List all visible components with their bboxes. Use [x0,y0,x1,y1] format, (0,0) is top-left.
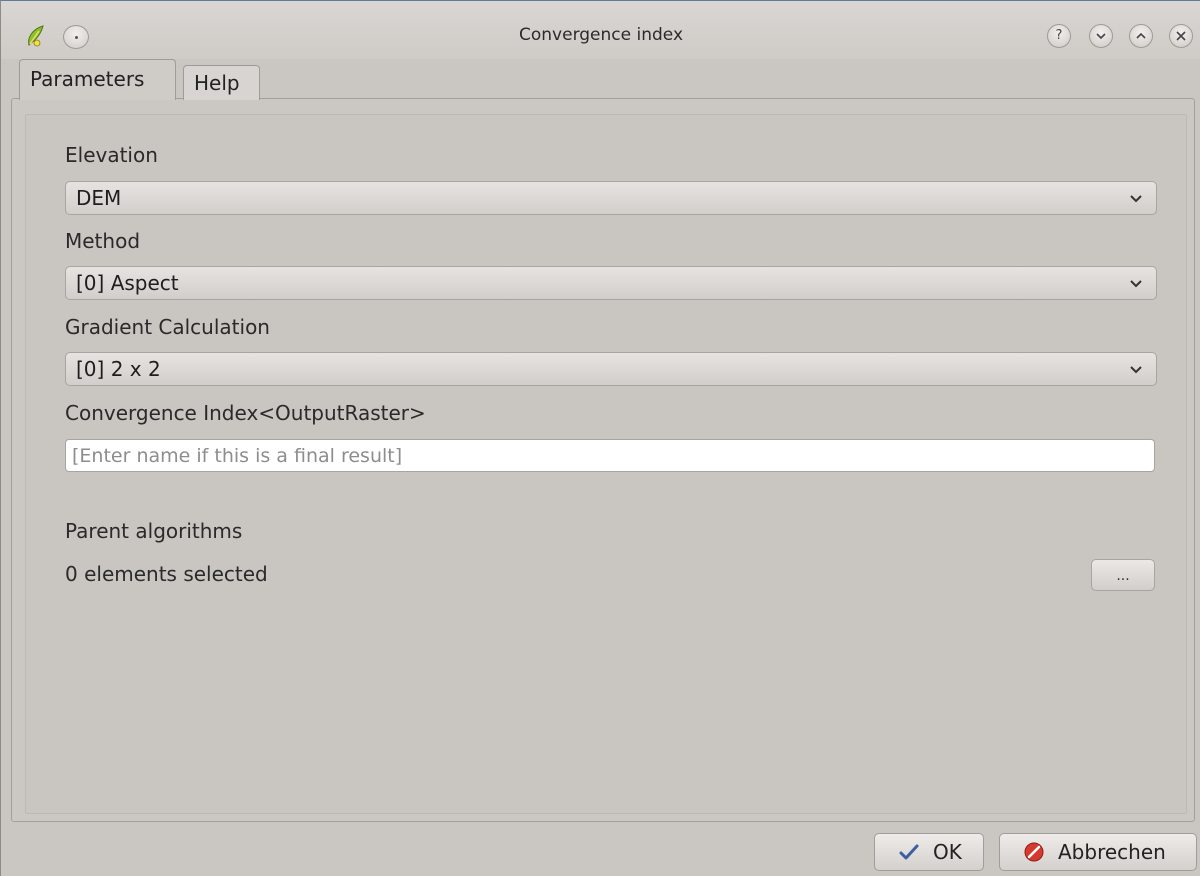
window-title: Convergence index [519,25,683,45]
select-parents-button[interactable]: ... [1091,559,1155,591]
method-label: Method [65,229,141,253]
dialog-window: Convergence index ? Parameters Help Elev… [0,0,1200,876]
elevation-value: DEM [76,186,122,210]
checkmark-icon [899,844,919,860]
chevron-down-icon [1130,280,1142,288]
tab-help[interactable]: Help [183,65,260,100]
title-bar[interactable]: Convergence index ? [1,1,1200,59]
help-icon[interactable]: ? [1047,24,1071,48]
minimize-icon[interactable] [1089,24,1113,48]
method-value: [0] Aspect [76,271,179,295]
chevron-down-icon [1130,366,1142,374]
output-name-input[interactable] [65,439,1155,472]
cancel-icon [1024,842,1044,862]
chevron-down-icon [1130,195,1142,203]
gradient-value: [0] 2 x 2 [76,357,161,381]
ok-label: OK [933,840,962,864]
cancel-button[interactable]: Abbrechen [999,833,1197,871]
maximize-icon[interactable] [1129,24,1153,48]
parent-selection-status: 0 elements selected [65,562,268,586]
cancel-label: Abbrechen [1058,840,1166,864]
gradient-label: Gradient Calculation [65,315,270,339]
ok-button[interactable]: OK [874,833,984,871]
elevation-label: Elevation [65,143,158,167]
close-icon[interactable] [1169,24,1193,48]
gradient-select[interactable]: [0] 2 x 2 [65,352,1157,386]
elevation-select[interactable]: DEM [65,181,1157,215]
output-label: Convergence Index<OutputRaster> [65,401,426,425]
tab-parameters[interactable]: Parameters [19,59,176,100]
method-select[interactable]: [0] Aspect [65,266,1157,300]
parent-algorithms-label: Parent algorithms [65,519,243,543]
